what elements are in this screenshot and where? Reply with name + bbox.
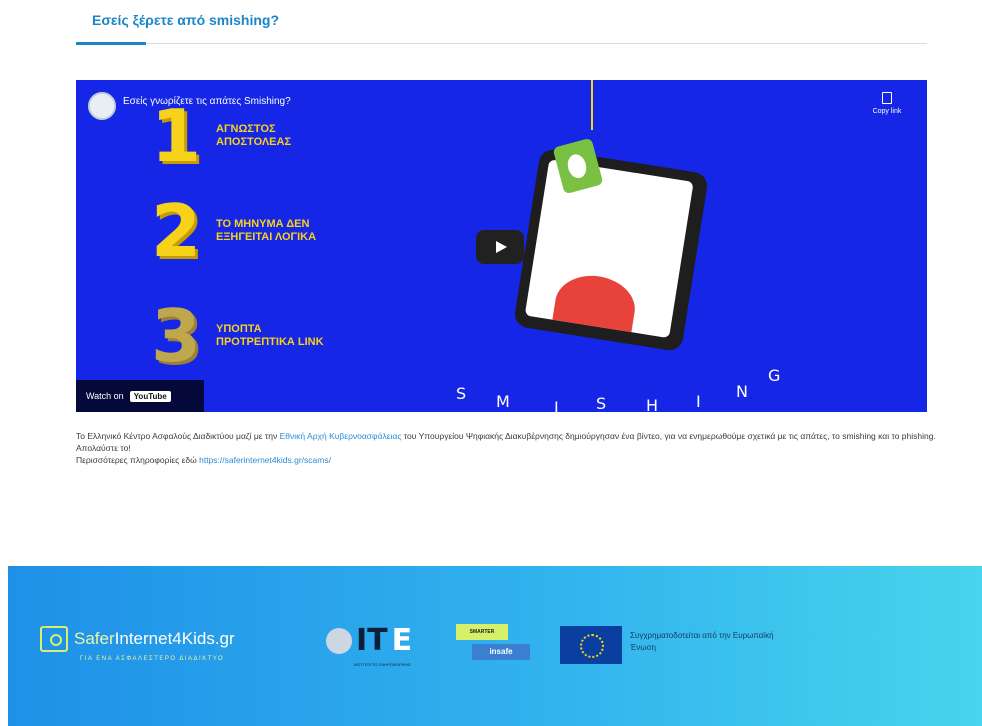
video-step-2: 2 ΤΟ ΜΗΝΥΜΑ ΔΕΝ ΕΞΗΓΕΙΤΑΙ ΛΟΓΙΚΑ [146, 195, 336, 267]
play-button[interactable] [476, 230, 524, 264]
watch-on-label: Watch on [86, 391, 124, 401]
insafe-top-label: SMARTER [456, 624, 508, 640]
word-letter: G [768, 366, 781, 385]
insafe-logo[interactable]: SMARTER insafe [456, 624, 532, 662]
ite-emblem-icon [326, 628, 352, 654]
youtube-video-player[interactable]: Εσείς γνωρίζετε τις απάτες Smishing? Cop… [76, 80, 927, 412]
title-underline-accent [76, 42, 146, 45]
eu-flag-icon [560, 626, 622, 664]
fishing-line [591, 80, 593, 130]
copy-link-label: Copy link [872, 108, 902, 115]
word-letter: I [696, 392, 701, 411]
cybersecurity-authority-link[interactable]: Εθνική Αρχή Κυβερνοασφάλειας [280, 431, 402, 441]
scams-info-link[interactable]: https://saferinternet4kids.gr/scams/ [199, 455, 331, 465]
step-number: 1 [150, 94, 202, 178]
site-footer: SaferInternet4Kids.gr ΓΙΑ ΕΝΑ ΑΣΦΑΛΕΣΤΕΡ… [8, 566, 982, 726]
video-step-3: 3 ΥΠΟΠΤΑ ΠΡΟΤΡΕΠΤΙΚΑ LINK [146, 300, 336, 372]
word-letter: M [496, 392, 510, 411]
word-letter: S [456, 384, 467, 403]
copy-icon [882, 92, 892, 104]
insafe-bottom-label: insafe [472, 644, 530, 660]
step-number: 3 [150, 294, 202, 378]
word-letter: S [596, 394, 607, 412]
eu-stars-ring [580, 634, 604, 658]
eu-cofunded-text: Συγχρηματοδοτείται από την Ευρωπαϊκή Ένω… [630, 631, 774, 652]
description-text: Περισσότερες πληροφορίες εδώ [76, 455, 200, 465]
word-letter: H [646, 396, 659, 412]
section-header: Εσείς ξέρετε από smishing? [76, 10, 927, 45]
youtube-logo-icon: YouTube [129, 390, 171, 402]
saferinternet4kids-logo[interactable]: SaferInternet4Kids.gr [40, 626, 235, 652]
fish-illustration [550, 270, 640, 339]
logo-tagline: ΓΙΑ ΕΝΑ ΑΣΦΑΛΕΣΤΕΡΟ ΔΙΑΔΙΚΤΥΟ [80, 656, 225, 662]
description-text: Το Ελληνικό Κέντρο Ασφαλούς Διαδικτύου μ… [76, 431, 280, 441]
house-shield-icon [40, 626, 68, 652]
smishing-word-illustration: S M I S H I N G [456, 340, 836, 412]
copy-link-button[interactable]: Copy link [859, 92, 915, 115]
word-letter: N [736, 382, 748, 401]
word-letter: I [554, 398, 559, 412]
ite-logo[interactable]: IT E [326, 626, 412, 656]
phone-illustration [512, 147, 710, 353]
phone-screen [524, 159, 694, 339]
ite-subtitle: ΙΝΣΤΙΤΟΥΤΟ ΠΛΗΡΟΦΟΡΙΚΗΣ [354, 662, 411, 667]
saferinternet4kids-name: SaferInternet4Kids.gr [74, 629, 235, 648]
watch-on-youtube-button[interactable]: Watch on YouTube [76, 380, 204, 412]
video-description: Το Ελληνικό Κέντρο Ασφαλούς Διαδικτύου μ… [76, 430, 938, 466]
step-number: 2 [150, 189, 202, 273]
step-text: ΥΠΟΠΤΑ ΠΡΟΤΡΕΠΤΙΚΑ LINK [216, 323, 324, 348]
step-text: ΑΓΝΩΣΤΟΣ ΑΠΟΣΤΟΛΕΑΣ [216, 123, 292, 148]
step-text: ΤΟ ΜΗΝΥΜΑ ΔΕΝ ΕΞΗΓΕΙΤΑΙ ΛΟΓΙΚΑ [216, 218, 317, 243]
channel-avatar[interactable] [88, 92, 116, 120]
page-title: Εσείς ξέρετε από smishing? [92, 12, 280, 28]
video-step-1: 1 ΑΓΝΩΣΤΟΣ ΑΠΟΣΤΟΛΕΑΣ [146, 100, 336, 172]
